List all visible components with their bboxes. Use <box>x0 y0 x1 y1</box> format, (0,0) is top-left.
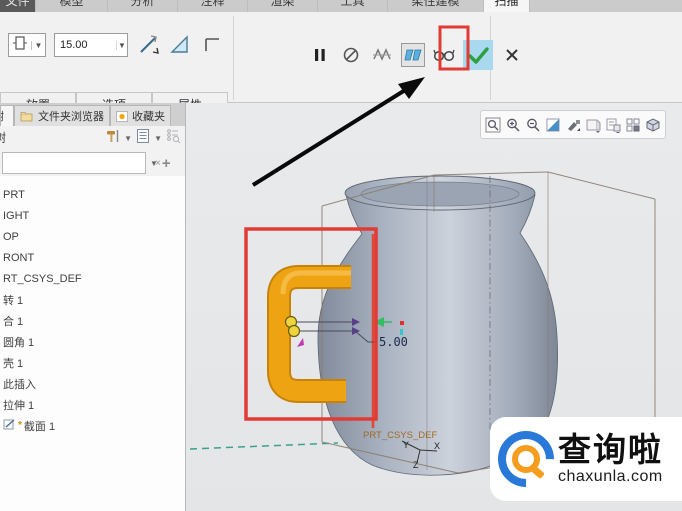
graphics-toolbar <box>480 110 666 139</box>
watermark: 查询啦 chaxunla.com <box>490 417 682 501</box>
flip-direction-icon[interactable] <box>136 33 160 57</box>
creo-window: 文件 模型 分析 注释 渲染 工具 柔性建模 扫描 ▼ ▼ <box>0 0 682 511</box>
tree-item-insert-here[interactable]: 此插入 <box>0 373 185 394</box>
filter-hammer-icon[interactable] <box>105 128 121 149</box>
menu-tab-tools[interactable]: 工具 <box>318 0 388 12</box>
refit-icon[interactable] <box>484 114 502 136</box>
navigator-panel: 树 文件夹浏览器 收藏夹 树 ▼ ▼ <box>0 103 186 511</box>
spin-center-icon[interactable] <box>644 114 662 136</box>
feature-dashboard: ▼ ▼ <box>0 12 682 103</box>
sweep-section-icon[interactable] <box>168 33 192 57</box>
menu-tab-file[interactable]: 文件 <box>0 0 36 12</box>
tree-item-shell[interactable]: 壳 1 <box>0 352 185 373</box>
clipped-tree-label: 树 <box>0 129 6 146</box>
folder-icon <box>20 111 34 122</box>
navigator-tabs: 树 文件夹浏览器 收藏夹 <box>0 103 185 126</box>
tree-item-part[interactable]: PRT <box>0 184 185 205</box>
tab-favorites[interactable]: 收藏夹 <box>110 105 171 126</box>
watermark-title: 查询啦 <box>558 433 663 466</box>
regen-badge: * <box>18 420 22 431</box>
unattached-preview-icon[interactable] <box>370 43 394 67</box>
menu-tab-analysis[interactable]: 分析 <box>108 0 178 12</box>
tree-item-section[interactable]: * 截面 1 <box>0 415 185 436</box>
menu-tab-flexible-modeling[interactable]: 柔性建模 <box>388 0 484 12</box>
tree-item-top-plane[interactable]: OP <box>0 226 185 247</box>
annotation-display-icon[interactable] <box>624 114 642 136</box>
add-search-icon[interactable]: + <box>162 155 171 172</box>
ribbon-divider <box>233 16 234 100</box>
pause-icon[interactable] <box>308 43 332 67</box>
tree-item-csys[interactable]: RT_CSYS_DEF <box>0 268 185 289</box>
dashboard-preview-group <box>308 40 524 70</box>
section-placement-icon <box>9 35 31 56</box>
tree-item-right-plane[interactable]: IGHT <box>0 205 185 226</box>
chevron-down-icon[interactable]: ▼ <box>154 134 162 143</box>
search-settings-icon[interactable] <box>165 128 181 149</box>
menu-tab-render[interactable]: 渲染 <box>248 0 318 12</box>
tree-item-revolve[interactable]: 转 1 <box>0 289 185 310</box>
section-placement-button[interactable]: ▼ <box>8 33 46 57</box>
zoom-in-icon[interactable] <box>504 114 522 136</box>
tree-search-box[interactable]: × <box>2 152 146 174</box>
watermark-domain: chaxunla.com <box>558 469 663 485</box>
chevron-down-icon[interactable]: ▼ <box>124 134 132 143</box>
verify-glasses-icon[interactable] <box>432 43 456 67</box>
menu-tab-model[interactable]: 模型 <box>36 0 108 12</box>
menubar: 文件 模型 分析 注释 渲染 工具 柔性建模 扫描 <box>0 0 682 12</box>
chevron-down-icon[interactable]: ▼ <box>31 41 45 50</box>
no-preview-icon[interactable] <box>339 43 363 67</box>
tree-columns-icon[interactable] <box>135 128 151 149</box>
tree-toolbar: 树 ▼ ▼ <box>0 126 185 150</box>
accept-check-button[interactable] <box>463 40 493 70</box>
trajectory-corner-icon[interactable] <box>200 33 224 57</box>
tree-search-row: × ▼ + <box>0 150 185 176</box>
attached-preview-icon[interactable] <box>401 43 425 67</box>
saved-orientations-icon[interactable] <box>584 114 602 136</box>
tree-item-extrude[interactable]: 拉伸 1 <box>0 394 185 415</box>
repaint-icon[interactable] <box>544 114 562 136</box>
thickness-value-input[interactable] <box>55 35 116 55</box>
dashboard-options-group: ▼ ▼ <box>8 33 224 57</box>
tree-item-front-plane[interactable]: RONT <box>0 247 185 268</box>
tree-item-round[interactable]: 圆角 1 <box>0 331 185 352</box>
tree-search-input[interactable] <box>3 154 151 172</box>
display-style-icon[interactable] <box>564 114 582 136</box>
star-icon <box>116 111 128 122</box>
thickness-value-combo[interactable]: ▼ <box>54 33 128 57</box>
view-manager-icon[interactable] <box>604 114 622 136</box>
tree-item-blend[interactable]: 合 1 <box>0 310 185 331</box>
sketch-icon <box>3 418 16 434</box>
model-tree: PRT IGHT OP RONT RT_CSYS_DEF 转 1 合 1 圆角 … <box>0 176 185 511</box>
tab-model-tree[interactable]: 树 <box>0 105 14 126</box>
menu-tab-annotate[interactable]: 注释 <box>178 0 248 12</box>
zoom-out-icon[interactable] <box>524 114 542 136</box>
chaxunla-logo-icon <box>498 431 554 487</box>
chevron-down-icon[interactable]: ▼ <box>116 41 127 50</box>
tab-folder-browser[interactable]: 文件夹浏览器 <box>14 105 110 126</box>
cancel-x-button[interactable] <box>500 43 524 67</box>
menu-tab-sweep-active[interactable]: 扫描 <box>484 0 530 12</box>
chevron-down-icon[interactable]: ▼ <box>150 159 158 168</box>
